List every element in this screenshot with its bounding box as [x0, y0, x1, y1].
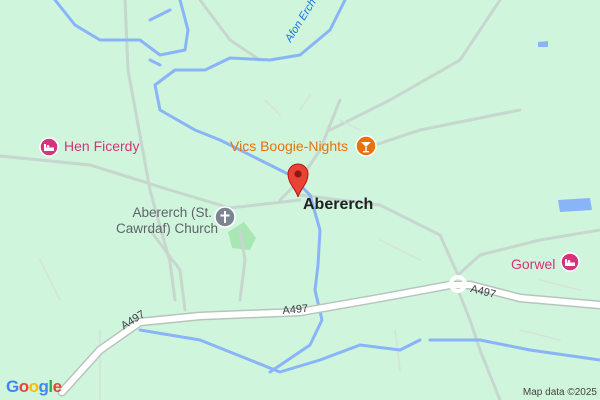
lake — [538, 41, 548, 47]
google-logo[interactable]: Google — [6, 377, 62, 397]
poi-vics-boogie-nights-label[interactable]: Vics Boogie-Nights — [230, 138, 348, 154]
map-canvas[interactable]: Hen Ficerdy Vics Boogie-Nights Abererch … — [0, 0, 600, 400]
church-label-line2: Cawrdaf) Church — [116, 221, 219, 236]
poi-hen-ficerdy-label[interactable]: Hen Ficerdy — [64, 138, 139, 154]
road-a497 — [57, 280, 600, 397]
road-label-a497: A497 — [282, 302, 309, 317]
poi-gorwel-label[interactable]: Gorwel — [511, 256, 555, 272]
church-icon[interactable] — [214, 206, 236, 233]
map-attribution[interactable]: Map data ©2025 — [523, 387, 597, 398]
hotel-icon[interactable] — [560, 252, 580, 277]
cocktail-bar-icon[interactable] — [355, 135, 377, 162]
hotel-icon[interactable] — [39, 137, 59, 162]
village-label: Abererch — [303, 196, 374, 213]
lake — [558, 198, 592, 212]
church-label[interactable]: Abererch (St. Cawrdaf) Church — [116, 205, 219, 237]
church-label-line1: Abererch (St. — [132, 205, 212, 220]
